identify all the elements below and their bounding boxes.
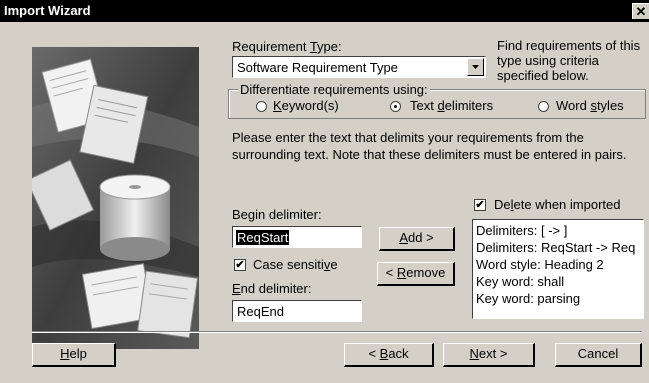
delete-when-imported-checkbox[interactable]: ✔ <box>474 199 486 211</box>
radio-keywords-accesskey: K <box>273 98 282 113</box>
requirement-type-help: Find requirements of this type using cri… <box>497 38 641 83</box>
remove-button-pre: < <box>385 265 397 280</box>
title-bar: Import Wizard ✕ <box>0 0 649 22</box>
help-button-label: elp <box>69 346 87 361</box>
end-delimiter-accesskey: E <box>232 281 241 296</box>
help-button[interactable]: Help <box>32 343 116 367</box>
radio-word-styles-label[interactable]: Word styles <box>556 98 624 113</box>
footer-separator <box>32 331 642 333</box>
end-delimiter-value: ReqEnd <box>237 304 284 319</box>
criteria-list: Delimiters: [ -> ] Delimiters: ReqStart … <box>476 222 635 307</box>
requirement-type-label-text: Requirement <box>232 39 310 54</box>
requirement-type-label: Requirement Type: <box>232 39 342 54</box>
list-item[interactable]: Word style: Heading 2 <box>476 256 635 273</box>
window-title: Import Wizard <box>4 3 91 18</box>
case-sensitive-label[interactable]: Case sensitive <box>253 257 338 272</box>
back-button-label: ack <box>388 346 409 361</box>
radio-keywords-label[interactable]: Keyword(s) <box>273 98 339 113</box>
add-button[interactable]: Add > <box>379 227 455 251</box>
begin-delimiter-value: ReqStart <box>236 230 290 245</box>
instructions-text: Please enter the text that delimits your… <box>232 130 627 162</box>
radio-text-delimiters[interactable] <box>390 101 401 112</box>
back-button-pre: < <box>368 346 380 361</box>
list-item[interactable]: Key word: shall <box>476 273 635 290</box>
delete-when-imported-post: ete when imported <box>513 197 621 212</box>
requirement-type-select[interactable]: Software Requirement Type <box>232 56 486 78</box>
close-icon[interactable]: ✕ <box>632 3 649 19</box>
radio-text-delimiters-label[interactable]: Text delimiters <box>410 98 493 113</box>
end-delimiter-input[interactable]: ReqEnd <box>232 300 362 322</box>
radio-word-styles-rest: tyles <box>596 98 624 113</box>
add-button-label: dd > <box>408 230 434 245</box>
radio-word-styles[interactable] <box>538 101 549 112</box>
next-button-label: ext > <box>478 346 508 361</box>
next-button[interactable]: Next > <box>443 343 535 367</box>
documents-illustration-icon <box>32 47 199 349</box>
help-button-accesskey: H <box>60 346 70 361</box>
requirement-type-selected: Software Requirement Type <box>237 60 398 75</box>
case-sensitive-post: e <box>330 257 338 272</box>
chevron-down-icon[interactable] <box>467 58 484 76</box>
differentiate-legend: Differentiate requirements using: <box>238 82 430 97</box>
begin-delimiter-label: Begin delimiter: <box>232 207 322 222</box>
requirement-type-label-accesskey: T <box>309 39 318 54</box>
case-sensitive-pre: Case sensiti <box>253 257 324 272</box>
wizard-illustration <box>32 47 199 349</box>
delete-when-imported-pre: De <box>494 197 511 212</box>
radio-keywords[interactable] <box>256 101 267 112</box>
radio-word-styles-pre: Word <box>556 98 591 113</box>
requirement-type-label-rest: ype: <box>317 39 342 54</box>
back-button[interactable]: < Back <box>344 343 434 367</box>
criteria-listbox[interactable]: Delimiters: [ -> ] Delimiters: ReqStart … <box>472 219 644 319</box>
radio-text-delimiters-accesskey: d <box>437 98 445 113</box>
add-button-accesskey: A <box>399 230 408 245</box>
begin-delimiter-input[interactable]: ReqStart <box>232 226 362 248</box>
list-item[interactable]: Delimiters: [ -> ] <box>476 222 635 239</box>
radio-text-delimiters-pre: Text <box>410 98 438 113</box>
list-item[interactable]: Delimiters: ReqStart -> Req <box>476 239 635 256</box>
radio-text-delimiters-rest: elimiters <box>444 98 494 113</box>
case-sensitive-checkbox[interactable]: ✔ <box>234 259 246 271</box>
radio-keywords-rest: eyword(s) <box>281 98 339 113</box>
delete-when-imported-label[interactable]: Delete when imported <box>494 197 620 212</box>
remove-button-accesskey: R <box>396 265 407 280</box>
list-item[interactable]: Key word: parsing <box>476 290 635 307</box>
remove-button-label: emove <box>406 265 446 280</box>
remove-button[interactable]: < Remove <box>377 262 455 286</box>
cancel-button[interactable]: Cancel <box>555 343 642 367</box>
end-delimiter-rest: nd delimiter: <box>240 281 312 296</box>
end-delimiter-label: End delimiter: <box>232 281 311 296</box>
next-button-accesskey: N <box>469 346 479 361</box>
